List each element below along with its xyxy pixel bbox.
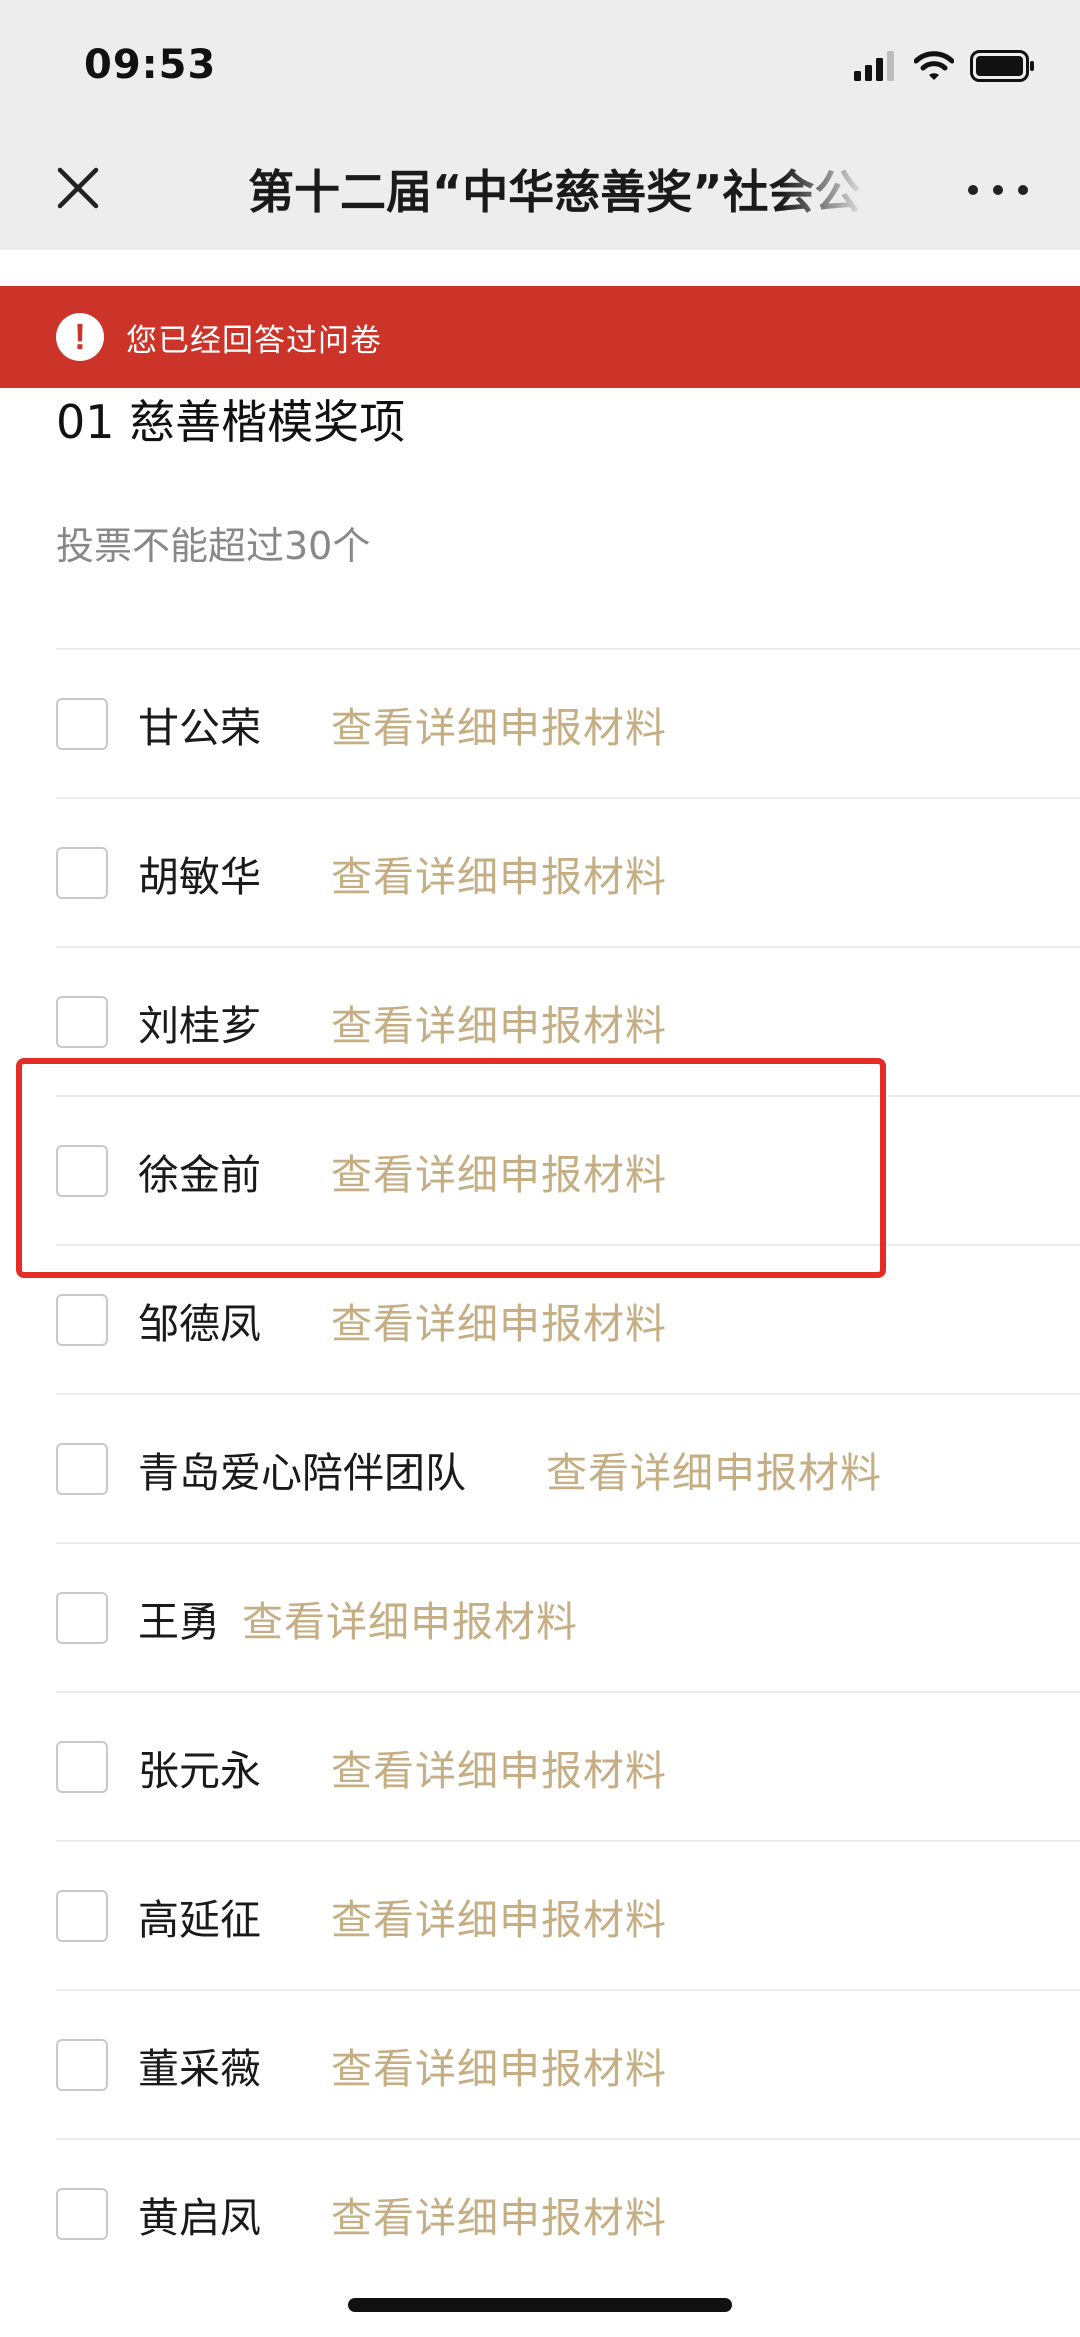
- more-button[interactable]: [968, 172, 1028, 208]
- close-icon: [57, 167, 99, 209]
- option-name: 甘公荣: [138, 703, 261, 752]
- option-name: 胡敏华: [138, 852, 261, 901]
- wifi-icon: [913, 51, 955, 85]
- more-icon-dot: [968, 185, 978, 195]
- page: 09:53 第十二届“中华慈善奖”社会公 ! 您已经回答过问卷 01 慈善楷模奖…: [0, 0, 1080, 2337]
- option-name: 王勇: [138, 1597, 220, 1646]
- option-checkbox[interactable]: [56, 846, 108, 899]
- option-name: 邹德凤: [138, 1299, 261, 1348]
- close-button[interactable]: [50, 160, 106, 216]
- view-details-link[interactable]: 查看详细申报材料: [331, 1886, 667, 1946]
- view-details-link[interactable]: 查看详细申报材料: [331, 1290, 667, 1350]
- option-row[interactable]: 胡敏华 查看详细申报材料: [56, 797, 1080, 946]
- option-checkbox[interactable]: [56, 2038, 108, 2091]
- status-icons: [854, 48, 1036, 88]
- option-row[interactable]: 甘公荣 查看详细申报材料: [56, 648, 1080, 797]
- option-checkbox[interactable]: [56, 1442, 108, 1495]
- battery-icon: [970, 50, 1036, 86]
- exclamation-icon: !: [56, 313, 104, 361]
- option-row[interactable]: 董采薇 查看详细申报材料: [56, 1989, 1080, 2138]
- option-list: 甘公荣 查看详细申报材料 胡敏华 查看详细申报材料 刘桂芗 查看详细申报材料 徐金前 查看详细…: [56, 648, 1080, 2287]
- view-details-link[interactable]: 查看详细申报材料: [331, 1737, 667, 1797]
- banner-text: 您已经回答过问卷: [126, 322, 382, 359]
- option-checkbox[interactable]: [56, 995, 108, 1048]
- status-time: 09:53: [84, 42, 217, 88]
- view-details-link[interactable]: 查看详细申报材料: [331, 843, 667, 903]
- option-name: 张元永: [138, 1746, 261, 1795]
- option-name: 刘桂芗: [138, 1001, 261, 1050]
- option-row[interactable]: 黄启凤 查看详细申报材料: [56, 2138, 1080, 2287]
- option-checkbox[interactable]: [56, 2187, 108, 2240]
- option-name: 董采薇: [138, 2044, 261, 2093]
- option-checkbox[interactable]: [56, 697, 108, 750]
- signal-icon: [854, 51, 898, 85]
- option-row[interactable]: 青岛爱心陪伴团队 查看详细申报材料: [56, 1393, 1080, 1542]
- option-row[interactable]: 张元永 查看详细申报材料: [56, 1691, 1080, 1840]
- question-hint: 投票不能超过30个: [56, 524, 371, 568]
- more-icon-dot: [1018, 185, 1028, 195]
- question-title: 01 慈善楷模奖项: [56, 395, 406, 449]
- view-details-link[interactable]: 查看详细申报材料: [242, 1588, 578, 1648]
- home-indicator: [348, 2298, 732, 2312]
- option-checkbox[interactable]: [56, 1740, 108, 1793]
- top-bar: 09:53 第十二届“中华慈善奖”社会公: [0, 0, 1080, 250]
- view-details-link[interactable]: 查看详细申报材料: [546, 1439, 882, 1499]
- option-name: 黄启凤: [138, 2193, 261, 2242]
- option-name: 青岛爱心陪伴团队: [138, 1448, 466, 1497]
- view-details-link[interactable]: 查看详细申报材料: [331, 2035, 667, 2095]
- view-details-link[interactable]: 查看详细申报材料: [331, 992, 667, 1052]
- option-row[interactable]: 高延征 查看详细申报材料: [56, 1840, 1080, 1989]
- option-checkbox[interactable]: [56, 1293, 108, 1346]
- option-name: 高延征: [138, 1895, 261, 1944]
- answered-banner: ! 您已经回答过问卷: [0, 286, 1080, 388]
- view-details-link[interactable]: 查看详细申报材料: [331, 694, 667, 754]
- highlight-box: [16, 1058, 886, 1278]
- more-icon-dot: [993, 185, 1003, 195]
- page-title: 第十二届“中华慈善奖”社会公: [248, 165, 861, 219]
- option-row[interactable]: 王勇 查看详细申报材料: [56, 1542, 1080, 1691]
- progress-bar: [32, 262, 1048, 272]
- view-details-link[interactable]: 查看详细申报材料: [331, 2184, 667, 2244]
- progress-fill: [32, 262, 1048, 272]
- option-checkbox[interactable]: [56, 1889, 108, 1942]
- option-checkbox[interactable]: [56, 1591, 108, 1644]
